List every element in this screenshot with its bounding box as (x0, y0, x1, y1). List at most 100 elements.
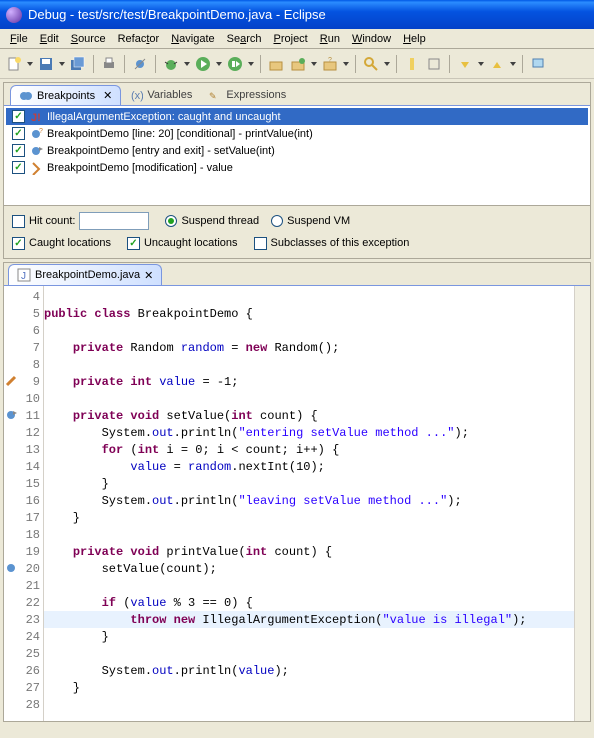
dropdown-arrow[interactable] (58, 54, 66, 74)
dropdown-arrow[interactable] (310, 54, 318, 74)
breakpoint-row[interactable]: ?BreakpointDemo [line: 20] [conditional]… (6, 125, 588, 142)
gutter-line[interactable]: 7 (4, 339, 44, 356)
tab-expressions[interactable]: ✎ Expressions (200, 85, 294, 105)
gutter-line[interactable]: 22 (4, 594, 44, 611)
code-line[interactable] (44, 577, 590, 594)
breakpoints-list[interactable]: J!IllegalArgumentException: caught and u… (4, 105, 590, 205)
suspend-vm-radio[interactable] (271, 215, 283, 227)
menu-window[interactable]: Window (346, 31, 397, 47)
code-line[interactable]: } (44, 679, 590, 696)
menu-refactor[interactable]: Refactor (112, 31, 166, 47)
print-button[interactable] (99, 54, 119, 74)
menu-run[interactable]: Run (314, 31, 346, 47)
gutter-line[interactable]: 14 (4, 458, 44, 475)
code-line[interactable]: private void printValue(int count) { (44, 543, 590, 560)
menu-source[interactable]: Source (65, 31, 112, 47)
new-class-button[interactable] (288, 54, 308, 74)
code-line[interactable]: private void setValue(int count) { (44, 407, 590, 424)
code-line[interactable] (44, 288, 590, 305)
gutter-line[interactable]: 8 (4, 356, 44, 373)
subclasses-checkbox[interactable] (254, 237, 267, 250)
task-button[interactable] (424, 54, 444, 74)
dropdown-arrow[interactable] (215, 54, 223, 74)
close-icon[interactable]: ✕ (103, 89, 112, 102)
breakpoint-checkbox[interactable] (12, 144, 25, 157)
code-line[interactable]: private int value = -1; (44, 373, 590, 390)
gutter-line[interactable]: 21 (4, 577, 44, 594)
suspend-thread-radio[interactable] (165, 215, 177, 227)
uncaught-checkbox[interactable] (127, 237, 140, 250)
code-line[interactable]: throw new IllegalArgumentException("valu… (44, 611, 590, 628)
new-package-button[interactable] (266, 54, 286, 74)
dropdown-arrow[interactable] (26, 54, 34, 74)
code-area[interactable]: public class BreakpointDemo { private Ra… (44, 286, 590, 713)
code-line[interactable]: value = random.nextInt(10); (44, 458, 590, 475)
breakpoint-row[interactable]: BreakpointDemo [entry and exit] - setVal… (6, 142, 588, 159)
code-line[interactable] (44, 390, 590, 407)
gutter-line[interactable]: 18 (4, 526, 44, 543)
breakpoint-checkbox[interactable] (12, 127, 25, 140)
gutter-line[interactable]: 17 (4, 509, 44, 526)
code-line[interactable]: } (44, 475, 590, 492)
gutter-line[interactable]: 20 (4, 560, 44, 577)
pin-button[interactable] (528, 54, 548, 74)
caught-checkbox[interactable] (12, 237, 25, 250)
dropdown-arrow[interactable] (342, 54, 350, 74)
gutter-line[interactable]: 16 (4, 492, 44, 509)
gutter-line[interactable]: 23 (4, 611, 44, 628)
dropdown-arrow[interactable] (383, 54, 391, 74)
code-line[interactable]: if (value % 3 == 0) { (44, 594, 590, 611)
run-last-button[interactable] (225, 54, 245, 74)
window-titlebar[interactable]: Debug - test/src/test/BreakpointDemo.jav… (0, 0, 594, 29)
menu-help[interactable]: Help (397, 31, 432, 47)
code-line[interactable]: System.out.println("leaving setValue met… (44, 492, 590, 509)
breakpoint-checkbox[interactable] (12, 110, 25, 123)
open-type-button[interactable]: ? (320, 54, 340, 74)
code-line[interactable]: System.out.println(value); (44, 662, 590, 679)
gutter-line[interactable]: 24 (4, 628, 44, 645)
menu-file[interactable]: File (4, 31, 34, 47)
code-line[interactable]: setValue(count); (44, 560, 590, 577)
dropdown-arrow[interactable] (509, 54, 517, 74)
debug-button[interactable] (161, 54, 181, 74)
run-button[interactable] (193, 54, 213, 74)
toggle-mark-button[interactable] (402, 54, 422, 74)
gutter-line[interactable]: 6 (4, 322, 44, 339)
hit-count-field[interactable] (79, 212, 149, 230)
breakpoint-checkbox[interactable] (12, 161, 25, 174)
gutter-line[interactable]: 27 (4, 679, 44, 696)
tab-breakpoints[interactable]: Breakpoints ✕ (10, 85, 121, 105)
tab-variables[interactable]: (x)= Variables (121, 85, 200, 105)
gutter-line[interactable]: 9 (4, 373, 44, 390)
code-line[interactable] (44, 645, 590, 662)
code-line[interactable]: private Random random = new Random(); (44, 339, 590, 356)
dropdown-arrow[interactable] (477, 54, 485, 74)
gutter-line[interactable]: 13 (4, 441, 44, 458)
gutter-line[interactable]: 12 (4, 424, 44, 441)
breakpoint-row[interactable]: BreakpointDemo [modification] - value (6, 159, 588, 176)
save-all-button[interactable] (68, 54, 88, 74)
skip-breakpoints-button[interactable] (130, 54, 150, 74)
gutter-line[interactable]: 15 (4, 475, 44, 492)
breakpoint-row[interactable]: J!IllegalArgumentException: caught and u… (6, 108, 588, 125)
code-line[interactable]: System.out.println("entering setValue me… (44, 424, 590, 441)
code-line[interactable] (44, 696, 590, 713)
editor-body[interactable]: 4567891011121314151617181920212223242526… (4, 285, 590, 721)
code-line[interactable]: } (44, 628, 590, 645)
annotation-prev-button[interactable] (455, 54, 475, 74)
gutter-line[interactable]: 28 (4, 696, 44, 713)
annotation-next-button[interactable] (487, 54, 507, 74)
dropdown-arrow[interactable] (183, 54, 191, 74)
menu-edit[interactable]: Edit (34, 31, 65, 47)
gutter-line[interactable]: 10 (4, 390, 44, 407)
close-icon[interactable]: ✕ (144, 269, 153, 282)
editor-tab[interactable]: J BreakpointDemo.java ✕ (8, 264, 162, 285)
code-line[interactable] (44, 526, 590, 543)
gutter-line[interactable]: 4 (4, 288, 44, 305)
gutter-line[interactable]: 25 (4, 645, 44, 662)
code-line[interactable]: public class BreakpointDemo { (44, 305, 590, 322)
code-line[interactable]: for (int i = 0; i < count; i++) { (44, 441, 590, 458)
hit-count-checkbox[interactable] (12, 215, 25, 228)
new-button[interactable] (4, 54, 24, 74)
editor-gutter[interactable]: 4567891011121314151617181920212223242526… (4, 286, 44, 721)
